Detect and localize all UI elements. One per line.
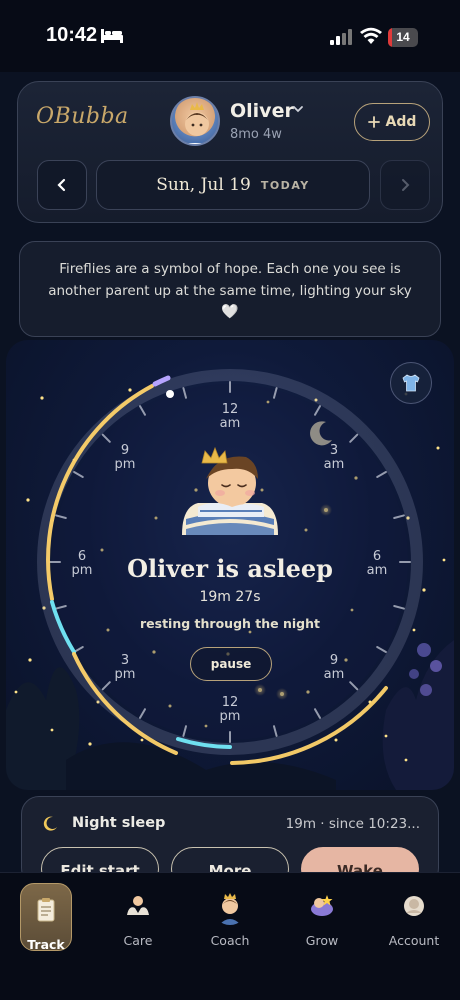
- tab-track-label: Track: [27, 937, 65, 952]
- wifi-icon: [360, 27, 382, 44]
- sleep-duration: 19m 27s: [199, 589, 261, 605]
- bottom-tab-bar: Track Care Coach Grow Account: [0, 872, 460, 1000]
- sleep-dial-scene: 12 am 3 am 6 am 9 am 12 pm 3 pm 6 pm 9 pm Oliver…: [6, 340, 454, 790]
- night-sleep-meta: 19m · since 10:23...: [285, 816, 420, 832]
- dial-label-12am: 12 am: [219, 402, 241, 431]
- child-name[interactable]: Oliver: [230, 100, 294, 122]
- tab-care-label: Care: [123, 933, 153, 948]
- battery-level-text: 14: [396, 30, 410, 44]
- night-sleep-label: Night sleep: [72, 815, 166, 831]
- chevron-left-icon: [57, 178, 66, 192]
- app-logo: OBubba: [36, 104, 129, 129]
- signal-icon: [330, 29, 352, 45]
- dial-label-3am: 3 am: [323, 443, 345, 472]
- quote-card: Fireflies are a symbol of hope. Each one…: [19, 241, 441, 337]
- clipboard-icon: [37, 898, 55, 922]
- baby-avatar-icon: [184, 102, 210, 144]
- heart-icon: 🤍: [221, 304, 239, 320]
- battery-indicator: 14: [388, 28, 418, 47]
- add-button-label: Add: [385, 114, 417, 130]
- outfit-button[interactable]: [390, 362, 432, 404]
- bed-icon: [101, 29, 123, 43]
- child-age: 8mo 4w: [230, 127, 282, 142]
- dial-label-12pm: 12 pm: [219, 695, 241, 724]
- today-badge: TODAY: [260, 178, 310, 192]
- status-bar: 10:42 14: [0, 0, 460, 72]
- pause-button[interactable]: pause: [190, 647, 272, 681]
- quote-text: Fireflies are a symbol of hope. Each one…: [48, 261, 412, 299]
- sleep-status-subtitle: resting through the night: [140, 616, 320, 631]
- date-selector[interactable]: Sun, Jul 19 TODAY: [96, 160, 370, 210]
- child-avatar[interactable]: [170, 96, 220, 146]
- tab-track[interactable]: Track: [6, 895, 86, 952]
- header-card: OBubba Oliver 8mo 4w Add Sun, Jul 19 TOD…: [17, 81, 443, 223]
- tab-grow-label: Grow: [305, 933, 339, 948]
- grow-icon: [311, 895, 333, 916]
- sleeping-baby-illustration: [182, 446, 278, 535]
- chevron-right-icon: [402, 179, 410, 191]
- tab-coach[interactable]: Coach: [190, 891, 270, 948]
- dial-label-9pm: 9 pm: [114, 443, 136, 472]
- selected-date: Sun, Jul 19: [156, 175, 251, 195]
- dial-label-3pm: 3 pm: [114, 653, 136, 682]
- tab-care[interactable]: Care: [98, 891, 178, 948]
- tab-account[interactable]: Account: [374, 891, 454, 948]
- chevron-down-icon[interactable]: [292, 104, 304, 114]
- add-button[interactable]: Add: [354, 103, 430, 141]
- baby-coach-icon: [219, 893, 241, 925]
- tab-account-label: Account: [388, 933, 440, 948]
- moon-icon: [43, 816, 57, 831]
- tab-coach-label: Coach: [210, 933, 250, 948]
- sleep-status-title: Oliver is asleep: [127, 554, 333, 583]
- plus-icon: [367, 116, 380, 128]
- dial-label-9am: 9 am: [323, 653, 345, 682]
- next-day-button[interactable]: [380, 160, 430, 210]
- status-time: 10:42: [46, 24, 98, 46]
- previous-day-button[interactable]: [37, 160, 87, 210]
- tab-grow[interactable]: Grow: [282, 891, 362, 948]
- hands-icon: [127, 896, 149, 915]
- account-icon: [404, 896, 424, 916]
- shirt-icon: [402, 374, 420, 392]
